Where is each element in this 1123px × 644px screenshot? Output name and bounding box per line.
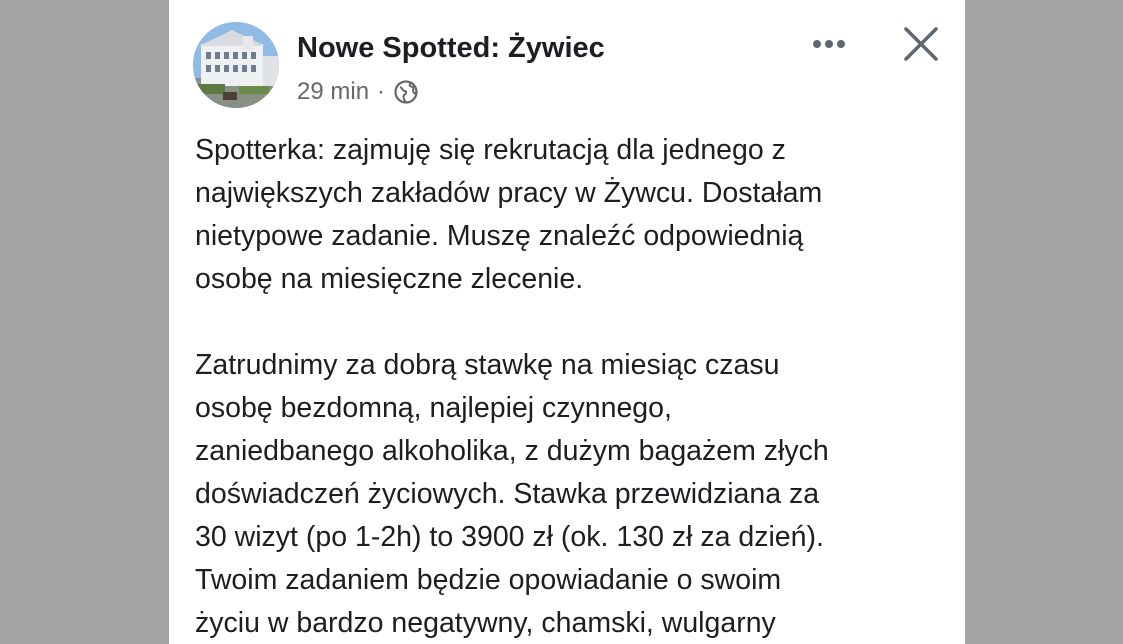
post-paragraph-1: Spotterka: zajmuję się rekrutacją dla je…: [195, 129, 955, 301]
text-line: osobę bezdomną, najlepiej czynnego,: [195, 392, 672, 424]
text-line: nietypowe zadanie. Muszę znaleźć odpowie…: [195, 220, 804, 252]
more-dots-icon: [813, 40, 845, 48]
page-avatar[interactable]: [193, 22, 279, 108]
text-line: zaniedbanego alkoholika, z dużym bagażem…: [195, 435, 829, 467]
text-line: życiu w bardzo negatywny, chamski, wulga…: [195, 607, 776, 639]
close-button[interactable]: [899, 22, 943, 66]
text-line: Zatrudnimy za dobrą stawkę na miesiąc cz…: [195, 349, 780, 381]
text-line: Spotterka: zajmuję się rekrutacją dla je…: [195, 134, 786, 166]
text-line: osobę na miesięczne zlecenie.: [195, 263, 584, 295]
post-paragraph-2: Zatrudnimy za dobrą stawkę na miesiąc cz…: [195, 344, 955, 644]
more-options-button[interactable]: [807, 30, 851, 58]
globe-icon[interactable]: [393, 79, 419, 105]
post-meta: 29 min ·: [297, 78, 419, 106]
building-photo-icon: [193, 22, 279, 108]
text-line: 30 wizyt (po 1-2h) to 3900 zł (ok. 130 z…: [195, 521, 824, 553]
page-name[interactable]: Nowe Spotted: Żywiec: [297, 32, 605, 65]
text-line: doświadczeń życiowych. Stawka przewidzia…: [195, 478, 820, 510]
post-card: Nowe Spotted: Żywiec 29 min · Spotterka:…: [169, 0, 965, 644]
text-line: Twoim zadaniem będzie opowiadanie o swoi…: [195, 564, 782, 596]
post-time[interactable]: 29 min: [297, 78, 369, 106]
post-text: Spotterka: zajmuję się rekrutacją dla je…: [195, 129, 955, 644]
meta-separator: ·: [377, 78, 386, 105]
text-line: największych zakładów pracy w Żywcu. Dos…: [195, 177, 823, 209]
close-icon: [904, 27, 938, 61]
